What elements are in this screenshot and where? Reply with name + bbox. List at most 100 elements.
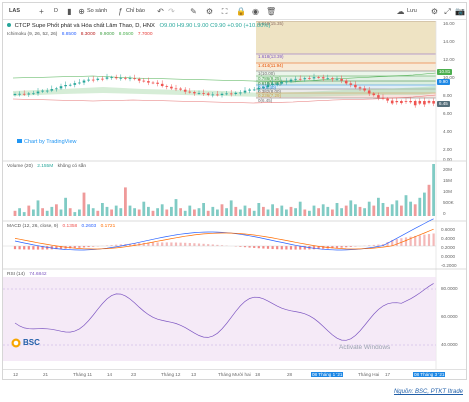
- macd-histogram-bar: [170, 242, 173, 246]
- macd-histogram-bar: [82, 246, 86, 248]
- macd-tick-label: -0.2000: [441, 263, 457, 268]
- indicators-icon[interactable]: ƒ: [116, 7, 125, 16]
- undo-icon[interactable]: ↶: [156, 7, 165, 16]
- candle-body: [248, 89, 251, 91]
- volume-bar: [151, 210, 155, 216]
- trash-icon[interactable]: 🗑: [266, 7, 276, 16]
- bsc-logo-text: BSC: [23, 338, 40, 347]
- volume-bar: [27, 205, 31, 216]
- redo-icon[interactable]: ↷: [167, 7, 176, 16]
- candle-body: [156, 82, 159, 84]
- volume-bar: [280, 205, 284, 216]
- volume-bar: [55, 204, 58, 216]
- macd-histogram-bar: [156, 242, 159, 246]
- tradingview-credit[interactable]: Chart by TradingView: [17, 139, 76, 145]
- compare-icon[interactable]: ⊕: [77, 7, 86, 16]
- volume-bar: [275, 208, 279, 216]
- volume-bar: [377, 197, 380, 216]
- price-tick-label: 14.00: [443, 39, 455, 44]
- volume-bar: [248, 208, 251, 216]
- candles-icon[interactable]: ▮: [65, 7, 74, 16]
- macd-histogram-bar: [266, 246, 270, 249]
- volume-axis: 20M 15M 10M 500K 0: [443, 167, 455, 216]
- candle-body: [105, 77, 109, 79]
- volume-note: không có sẵn: [57, 164, 87, 169]
- time-tick-label: Tháng Hai: [358, 372, 380, 377]
- volume-bar: [114, 205, 118, 216]
- save-button[interactable]: Lưu: [407, 7, 417, 15]
- compare-button[interactable]: So sánh: [87, 7, 107, 15]
- candle-body: [193, 92, 196, 94]
- settings-icon[interactable]: ⚙: [205, 7, 214, 16]
- indicators-button[interactable]: Chỉ báo: [126, 7, 145, 15]
- pencil-icon[interactable]: ✎: [189, 7, 198, 16]
- volume-bar: [234, 206, 238, 216]
- candle-body: [55, 88, 58, 90]
- candle-body: [418, 101, 422, 104]
- volume-bar: [317, 208, 320, 216]
- timeframe-selector[interactable]: D: [54, 7, 58, 15]
- volume-bar: [13, 210, 17, 216]
- cloud-save-icon[interactable]: ☁: [396, 7, 405, 16]
- volume-legend[interactable]: Volume (20) 2.155M không có sẵn: [7, 164, 86, 169]
- volume-bar: [211, 206, 215, 216]
- volume-bar: [64, 197, 67, 216]
- volume-bar: [119, 208, 123, 216]
- time-tick-label: 08 Tháng 3 '21: [413, 372, 446, 377]
- volume-bar: [78, 209, 81, 216]
- candle-body: [82, 80, 86, 83]
- rsi-legend[interactable]: RSI (14) 74.6842: [7, 272, 47, 277]
- candle-body: [206, 93, 210, 95]
- volume-bar: [68, 208, 72, 216]
- price-tick-label: 4.00: [443, 129, 452, 134]
- fullscreen-toggle-icon[interactable]: ⤢: [443, 7, 452, 16]
- time-tick-label: 13: [191, 372, 197, 377]
- source-caption: Nguồn: BSC, PTKT Itrade: [393, 389, 463, 395]
- volume-bar: [294, 208, 297, 216]
- lock-icon[interactable]: 🔒: [236, 7, 246, 16]
- price-tag-high: 10.81: [437, 69, 453, 75]
- gear-icon[interactable]: ⚙: [430, 7, 439, 16]
- volume-bar: [321, 204, 325, 216]
- eye-icon[interactable]: ◉: [251, 7, 260, 16]
- candle-body: [216, 94, 219, 96]
- volume-bar: [229, 200, 233, 216]
- symbol-search[interactable]: LAS: [9, 7, 20, 15]
- chart-area[interactable]: 2.618(15.35) 1.618(13.39) 1.414(11.94) 1(10…: [3, 20, 466, 369]
- volume-bar: [91, 208, 95, 216]
- candle-body: [147, 81, 150, 83]
- price-tick-label: 2.00: [443, 147, 452, 152]
- camera-icon[interactable]: 📷: [455, 7, 465, 16]
- macd-tick-label: 0.2000: [441, 245, 455, 250]
- add-symbol-icon[interactable]: +: [37, 7, 46, 16]
- volume-bar: [133, 208, 136, 216]
- macd-histogram-bar: [395, 239, 398, 246]
- macd-histogram-bar: [312, 246, 316, 250]
- volume-bar: [344, 205, 348, 216]
- time-axis[interactable]: 12 21 Tháng 11 14 23 Tháng 12 13 Tháng Mười hai…: [3, 369, 466, 379]
- volume-bar: [404, 195, 408, 216]
- macd-histogram-bar: [322, 246, 325, 249]
- price-axis: 16.0014.0012.0010.008.006.004.002.000.00: [443, 21, 455, 162]
- rsi-label: RSI (14): [7, 272, 25, 277]
- tradingview-link[interactable]: Chart by TradingView: [24, 139, 76, 145]
- volume-bar: [289, 206, 293, 216]
- volume-bar: [363, 208, 366, 216]
- candle-body: [289, 79, 293, 82]
- macd-legend[interactable]: MACD (12, 26, close, 9) 0.1358 0.2603 0.…: [7, 224, 115, 229]
- volume-bar: [271, 204, 274, 216]
- macd-histogram-bar: [161, 242, 164, 246]
- macd-histogram-bar: [207, 244, 210, 246]
- candle-body: [114, 77, 118, 79]
- volume-bar: [349, 200, 353, 216]
- time-tick-label: 28: [287, 372, 293, 377]
- ichimoku-legend[interactable]: Ichimoku (9, 26, 52, 26) 8.8500 8.3000 9…: [7, 32, 152, 37]
- fullscreen-icon[interactable]: ⛶: [220, 7, 229, 16]
- volume-label: Volume (20): [7, 164, 33, 169]
- ichimoku-val-3: 9.9000: [99, 32, 115, 37]
- macd-histogram-bar: [276, 246, 279, 250]
- candle-body: [321, 77, 325, 79]
- macd-histogram-bar: [257, 246, 260, 249]
- volume-bar: [87, 204, 90, 216]
- volume-bar: [183, 210, 187, 216]
